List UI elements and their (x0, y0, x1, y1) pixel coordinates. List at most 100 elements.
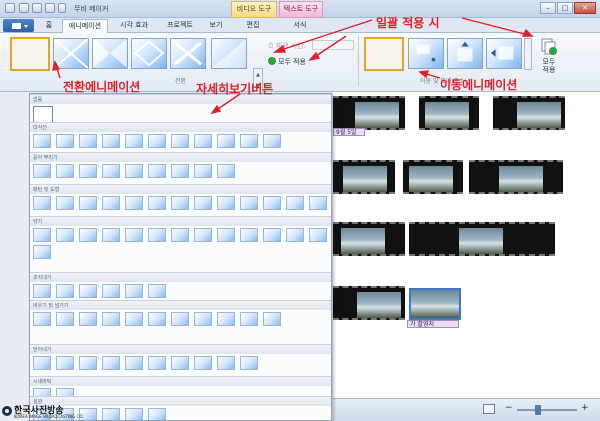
transition-effect-item[interactable] (171, 164, 189, 178)
transition-effect-item[interactable] (171, 312, 189, 326)
transition-effect-item[interactable] (79, 164, 97, 178)
storyboard-view-icon[interactable] (483, 404, 495, 414)
transition-effect-item[interactable] (263, 312, 281, 326)
pan-gallery-more-button[interactable] (524, 38, 532, 70)
tab-format[interactable]: 서식 (285, 19, 315, 33)
apply-all-transitions-button[interactable]: 모두 적용 (268, 57, 306, 67)
transition-effect-item[interactable] (56, 196, 74, 210)
transition-effect-item[interactable] (217, 312, 235, 326)
transition-none-thumb[interactable] (10, 37, 50, 71)
transition-effect-item[interactable] (102, 164, 120, 178)
transition-effect-item[interactable] (217, 356, 235, 370)
undo-icon[interactable] (32, 3, 42, 13)
transition-effect-item[interactable] (125, 284, 143, 298)
transition-effect-item[interactable] (171, 134, 189, 148)
transition-effect-item[interactable] (56, 134, 74, 148)
transition-effect-item[interactable] (240, 312, 258, 326)
transition-effect-item[interactable] (125, 312, 143, 326)
clip-strip-2c[interactable] (469, 160, 563, 194)
transition-effect-item[interactable] (194, 228, 212, 242)
transition-effect-item[interactable] (33, 134, 51, 148)
transition-effect-item[interactable] (33, 312, 51, 326)
duration-combobox[interactable] (312, 40, 354, 50)
apply-all-pan-button[interactable]: 모두 적용 (537, 38, 561, 82)
transition-effect-item[interactable] (33, 356, 51, 370)
transition-effect-item[interactable] (171, 196, 189, 210)
transition-effect-item[interactable] (217, 196, 235, 210)
transition-effect-item[interactable] (217, 134, 235, 148)
minimize-button[interactable]: – (540, 2, 556, 14)
redo-icon[interactable] (45, 3, 55, 13)
transition-effect-item[interactable] (148, 228, 166, 242)
transition-effect-item[interactable] (240, 196, 258, 210)
transition-effect-item[interactable] (56, 284, 74, 298)
date-caption[interactable]: 9월 5일 (333, 128, 365, 136)
transition-effect-item[interactable] (194, 356, 212, 370)
transition-effect-item[interactable] (102, 356, 120, 370)
transition-effect-item[interactable] (56, 228, 74, 242)
transition-effect-item[interactable] (56, 356, 74, 370)
transition-effect-item[interactable] (33, 196, 51, 210)
transition-effect-item[interactable] (148, 312, 166, 326)
transition-effect-item[interactable] (33, 284, 51, 298)
transition-effect-item[interactable] (148, 196, 166, 210)
transition-effect-item[interactable] (148, 408, 166, 420)
transition-effect-item[interactable] (33, 228, 51, 242)
maximize-button[interactable]: □ (557, 2, 573, 14)
transition-effect-item[interactable] (79, 134, 97, 148)
transition-effect-item[interactable] (194, 312, 212, 326)
transition-effect-item[interactable] (56, 312, 74, 326)
transition-effect-item[interactable] (148, 164, 166, 178)
transition-effect-item[interactable] (125, 164, 143, 178)
tab-edit[interactable]: 편집 (238, 19, 268, 33)
transition-effect-item[interactable] (263, 196, 281, 210)
transition-effect-item[interactable] (102, 312, 120, 326)
tab-home[interactable]: 홈 (38, 19, 60, 33)
clip-caption[interactable]: 가 촬영지 (407, 320, 459, 328)
clip-strip-3b[interactable] (409, 222, 555, 256)
tab-project[interactable]: 프로젝트 (160, 19, 200, 33)
transition-effect-item[interactable] (79, 228, 97, 242)
transition-effect-item[interactable] (102, 196, 120, 210)
app-icon[interactable] (5, 3, 15, 13)
transition-effect-item[interactable] (33, 164, 51, 178)
transition-effect-item[interactable] (286, 228, 304, 242)
transition-effect-item[interactable] (194, 134, 212, 148)
zoom-in-button[interactable]: + (581, 403, 589, 413)
transition-corner-thumb[interactable] (211, 38, 247, 69)
transition-effect-item[interactable] (240, 228, 258, 242)
transition-effect-item[interactable] (263, 228, 281, 242)
tab-visual-effects[interactable]: 시각 효과 (111, 19, 157, 33)
transition-x-thumb[interactable] (170, 38, 206, 69)
clip-strip-1b[interactable] (419, 96, 479, 130)
zoom-slider-thumb[interactable] (535, 405, 541, 415)
pan-zoom-in-thumb[interactable] (408, 38, 444, 69)
transition-effect-item[interactable] (102, 408, 120, 420)
transition-diagonal-thumb[interactable] (53, 38, 89, 69)
clip-strip-2b[interactable] (403, 160, 463, 194)
transition-effect-item[interactable] (125, 408, 143, 420)
zoom-slider-track[interactable] (517, 409, 577, 411)
selected-clip[interactable] (409, 288, 461, 320)
close-button[interactable]: ✕ (574, 2, 596, 14)
transition-effect-item[interactable] (240, 134, 258, 148)
transition-effect-item[interactable] (194, 196, 212, 210)
transition-effect-item[interactable] (171, 356, 189, 370)
transition-effect-item[interactable] (33, 245, 51, 259)
clip-strip-2a[interactable] (333, 160, 395, 194)
transition-effect-item[interactable] (125, 356, 143, 370)
transition-effect-item[interactable] (263, 134, 281, 148)
transition-effect-item[interactable] (148, 356, 166, 370)
transition-effect-item[interactable] (148, 284, 166, 298)
transition-bowtie-thumb[interactable] (92, 38, 128, 69)
tab-animations[interactable]: 애니메이션 (62, 19, 108, 33)
transition-effect-item[interactable] (286, 196, 304, 210)
tab-view[interactable]: 보기 (204, 19, 228, 33)
pan-none-thumb[interactable] (364, 37, 404, 71)
clip-strip-1c[interactable] (493, 96, 565, 130)
transition-effect-item[interactable] (217, 164, 235, 178)
clip-strip-3a[interactable] (333, 222, 405, 256)
transition-effect-item[interactable] (125, 196, 143, 210)
transition-effect-item[interactable] (79, 312, 97, 326)
transition-effect-item[interactable] (102, 134, 120, 148)
